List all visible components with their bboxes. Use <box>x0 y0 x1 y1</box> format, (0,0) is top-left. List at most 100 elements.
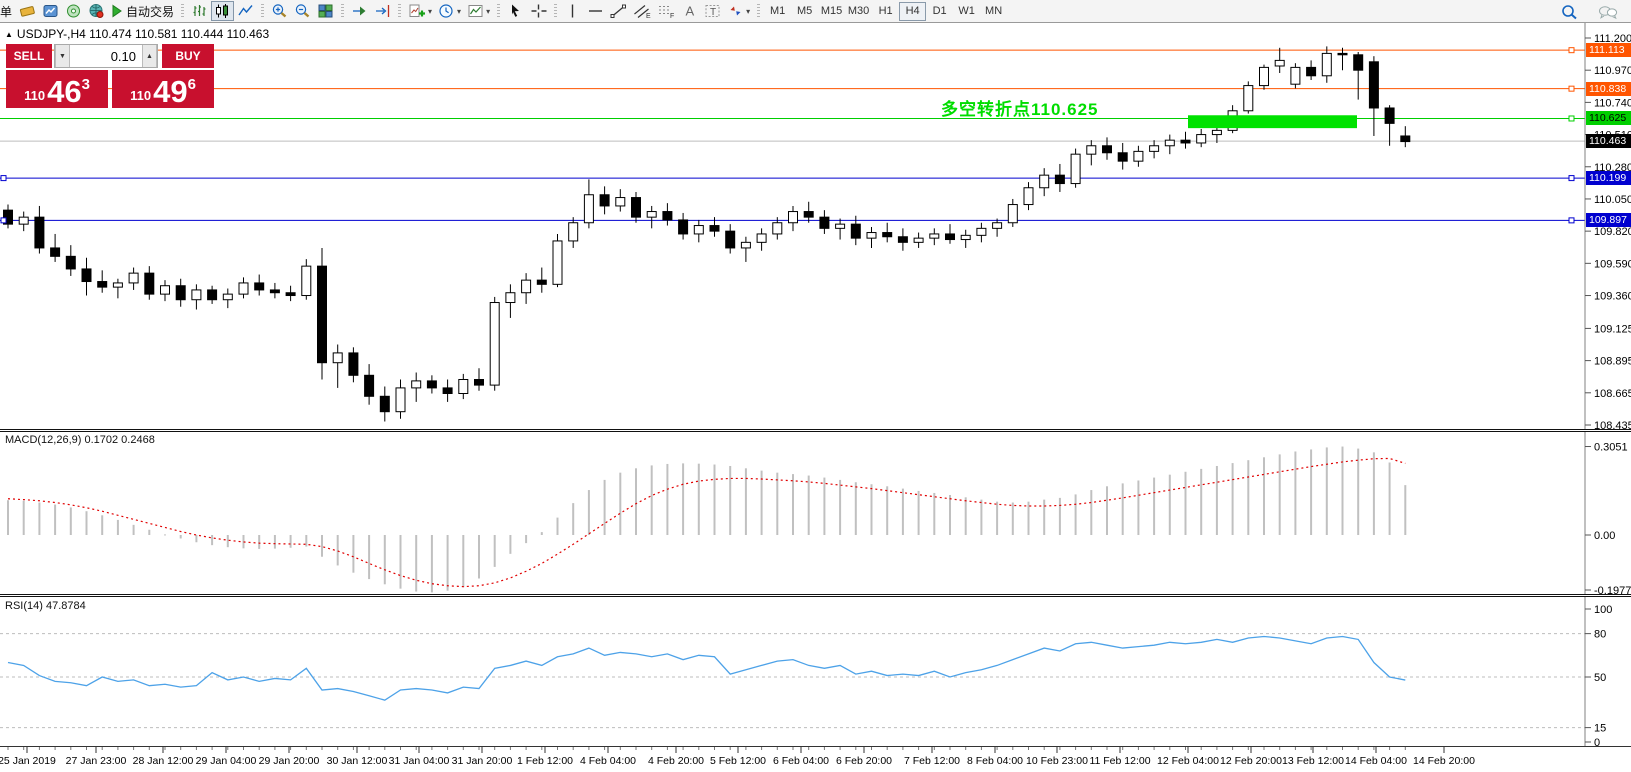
zoom-in-icon[interactable] <box>268 1 291 21</box>
toolbar-separator <box>398 4 401 18</box>
price-tag: 110.199 <box>1586 171 1631 185</box>
buy-price-big: 49 <box>153 79 187 105</box>
macd-panel-canvas[interactable]: 0.30510.00-0.1977 <box>0 432 1631 594</box>
dropdown-caret-icon[interactable]: ▾ <box>486 7 490 16</box>
volume-decrease-button[interactable]: ▼ <box>55 45 70 67</box>
timeframe-d1[interactable]: D1 <box>926 2 953 21</box>
dropdown-caret-icon[interactable]: ▾ <box>457 7 461 16</box>
support-zone-rectangle[interactable] <box>1188 115 1357 128</box>
svg-text:6 Feb 20:00: 6 Feb 20:00 <box>836 755 892 767</box>
buy-price-pip: 6 <box>188 76 196 93</box>
horizontal-line-icon[interactable] <box>584 1 607 21</box>
svg-text:13 Feb 12:00: 13 Feb 12:00 <box>1282 755 1344 767</box>
sell-price-big: 46 <box>47 79 81 105</box>
new-order-icon[interactable] <box>16 1 39 21</box>
price-tag: 110.463 <box>1586 134 1631 148</box>
svg-text:109.360: 109.360 <box>1594 291 1631 303</box>
autotrade-button[interactable]: 自动交易 <box>108 1 177 21</box>
volume-input[interactable] <box>70 45 142 67</box>
chart-title: ▲ USDJPY-,H4 110.474 110.581 110.444 110.… <box>5 27 269 41</box>
toolbar: 单 自动交易 ▾ ▾ ▾ E F A T ▾ M1M5M15M30H1H4D1W1MN <box>0 0 1631 23</box>
svg-text:4 Feb 20:00: 4 Feb 20:00 <box>648 755 704 767</box>
arrows-icon[interactable]: ▾ <box>724 1 753 21</box>
buy-price-prefix: 110 <box>130 89 151 105</box>
svg-text:110.740: 110.740 <box>1594 97 1631 109</box>
svg-text:31 Jan 04:00: 31 Jan 04:00 <box>389 755 450 767</box>
svg-text:100: 100 <box>1594 604 1612 616</box>
main-chart-canvas[interactable]: 111.200110.970110.740110.510110.280110.0… <box>0 23 1631 429</box>
template-icon[interactable]: ▾ <box>464 1 493 21</box>
svg-text:0: 0 <box>1594 737 1600 746</box>
toolbar-separator <box>554 4 557 18</box>
timeframe-m15[interactable]: M15 <box>818 2 845 21</box>
buy-price-button[interactable]: 110496 <box>112 70 214 108</box>
trendline-icon[interactable] <box>607 1 630 21</box>
cursor-icon[interactable] <box>504 1 527 21</box>
sell-price-prefix: 110 <box>24 89 45 105</box>
line-chart-icon[interactable] <box>234 1 257 21</box>
svg-text:8 Feb 04:00: 8 Feb 04:00 <box>967 755 1023 767</box>
svg-text:29 Jan 20:00: 29 Jan 20:00 <box>259 755 320 767</box>
search-icon[interactable] <box>1557 2 1581 22</box>
svg-text:29 Jan 04:00: 29 Jan 04:00 <box>196 755 257 767</box>
svg-text:A: A <box>686 4 695 19</box>
dropdown-caret-icon[interactable]: ▾ <box>746 7 750 16</box>
timeframe-mn[interactable]: MN <box>980 2 1007 21</box>
collapse-panel-icon[interactable]: ▲ <box>5 30 13 39</box>
candlestick-chart-icon[interactable] <box>211 1 234 21</box>
timeframe-m5[interactable]: M5 <box>791 2 818 21</box>
rsi-indicator-label: RSI(14) 47.8784 <box>5 600 86 612</box>
timeframe-h1[interactable]: H1 <box>872 2 899 21</box>
period-icon[interactable]: ▾ <box>435 1 464 21</box>
svg-text:108.665: 108.665 <box>1594 388 1631 400</box>
svg-text:110.050: 110.050 <box>1594 194 1631 206</box>
svg-text:E: E <box>646 13 651 19</box>
bar-chart-icon[interactable] <box>188 1 211 21</box>
add-indicator-icon[interactable]: ▾ <box>405 1 435 21</box>
chart-shift-icon[interactable] <box>371 1 394 21</box>
timeframe-m30[interactable]: M30 <box>845 2 872 21</box>
charts-icon[interactable] <box>39 1 62 21</box>
zoom-out-icon[interactable] <box>291 1 314 21</box>
order-menu-label[interactable]: 单 <box>0 3 12 20</box>
dropdown-caret-icon[interactable]: ▾ <box>428 7 432 16</box>
svg-text:10 Feb 23:00: 10 Feb 23:00 <box>1026 755 1088 767</box>
svg-text:108.435: 108.435 <box>1594 420 1631 429</box>
svg-text:80: 80 <box>1594 629 1606 641</box>
svg-text:4 Feb 04:00: 4 Feb 04:00 <box>580 755 636 767</box>
svg-text:6 Feb 04:00: 6 Feb 04:00 <box>773 755 829 767</box>
market-watch-icon[interactable] <box>62 1 85 21</box>
sell-button[interactable]: SELL <box>6 44 52 68</box>
channel-icon[interactable]: E <box>630 1 654 21</box>
volume-control: ▼ ▲ <box>54 44 158 68</box>
timeframe-w1[interactable]: W1 <box>953 2 980 21</box>
svg-text:F: F <box>670 13 674 19</box>
autoscroll-icon[interactable] <box>348 1 371 21</box>
svg-text:7 Feb 12:00: 7 Feb 12:00 <box>904 755 960 767</box>
one-click-trading-panel: SELL ▼ ▲ BUY 110463 110496 <box>6 44 214 108</box>
volume-increase-button[interactable]: ▲ <box>142 45 157 67</box>
timeframe-h4[interactable]: H4 <box>899 2 926 21</box>
svg-text:28 Jan 12:00: 28 Jan 12:00 <box>133 755 194 767</box>
svg-text:109.590: 109.590 <box>1594 258 1631 270</box>
toolbar-separator <box>261 4 264 18</box>
label-icon[interactable]: T <box>701 1 724 21</box>
crosshair-icon[interactable] <box>527 1 550 21</box>
timeframe-m1[interactable]: M1 <box>764 2 791 21</box>
expert-advisor-icon[interactable] <box>85 1 108 21</box>
svg-text:5 Feb 12:00: 5 Feb 12:00 <box>710 755 766 767</box>
tile-windows-icon[interactable] <box>314 1 337 21</box>
sell-price-pip: 3 <box>82 76 90 93</box>
symbol-ohlc-text: USDJPY-,H4 110.474 110.581 110.444 110.4… <box>17 27 269 41</box>
buy-button[interactable]: BUY <box>162 44 214 68</box>
fibonacci-icon[interactable]: F <box>654 1 678 21</box>
svg-text:T: T <box>710 7 716 18</box>
chat-icon[interactable] <box>1595 2 1621 22</box>
toolbar-left-group: 自动交易 ▾ ▾ ▾ E F A T ▾ <box>16 1 764 21</box>
sell-price-button[interactable]: 110463 <box>6 70 108 108</box>
rsi-panel-canvas[interactable]: 1008050150 <box>0 597 1631 746</box>
time-axis[interactable]: 25 Jan 201927 Jan 23:0028 Jan 12:0029 Ja… <box>0 746 1631 772</box>
svg-text:1 Feb 12:00: 1 Feb 12:00 <box>517 755 573 767</box>
text-icon[interactable]: A <box>678 1 701 21</box>
vertical-line-icon[interactable] <box>561 1 584 21</box>
